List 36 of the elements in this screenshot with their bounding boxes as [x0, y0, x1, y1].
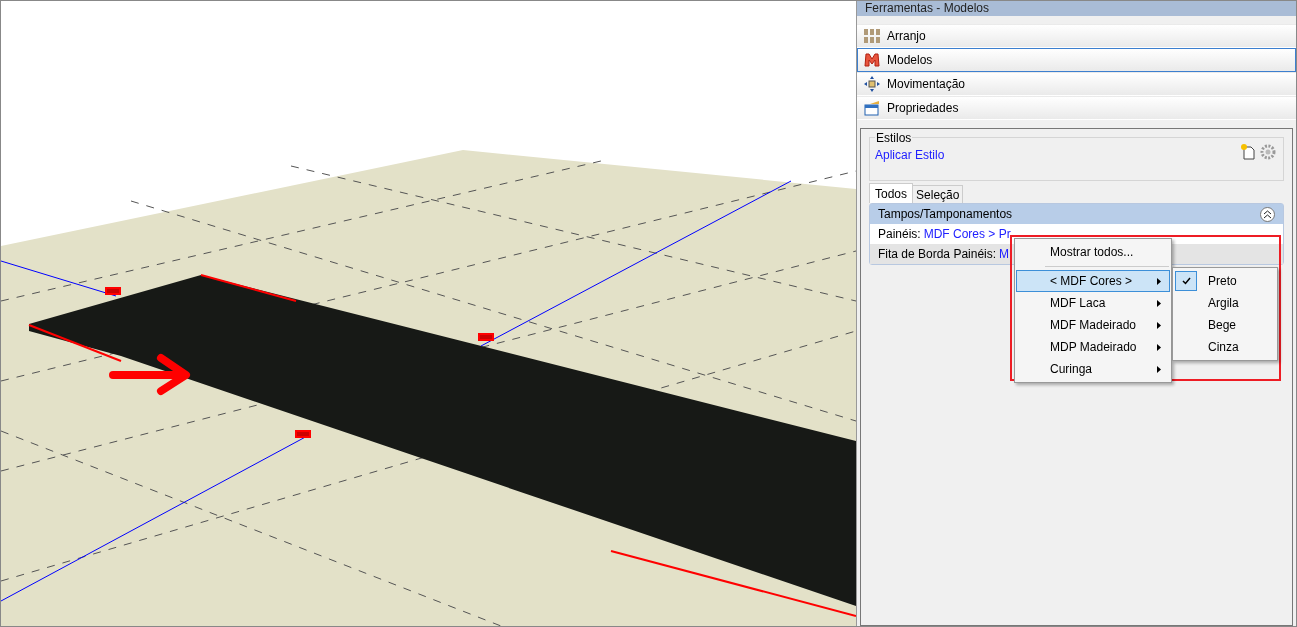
grid-icon: [864, 28, 880, 44]
menu-item[interactable]: Argila: [1173, 292, 1277, 314]
menu-item[interactable]: MDF Laca: [1016, 292, 1170, 314]
properties-icon: [864, 100, 880, 116]
section-title: Tampos/Tamponamentos: [878, 206, 1013, 223]
module-button[interactable]: Modelos: [857, 48, 1296, 72]
property-value[interactable]: MDF Cores > Pr: [923, 225, 1011, 243]
menu-item[interactable]: Curinga: [1016, 358, 1170, 380]
tab[interactable]: Todos: [869, 183, 914, 203]
tab[interactable]: Seleção: [912, 185, 964, 203]
new-document-icon[interactable]: [1240, 144, 1256, 160]
gear-icon[interactable]: [1260, 144, 1276, 160]
module-button[interactable]: Propriedades: [857, 96, 1296, 120]
menu-item[interactable]: Cinza: [1173, 336, 1277, 358]
apply-style-link[interactable]: Aplicar Estilo: [875, 146, 945, 164]
submenu-arrow-icon: [1157, 299, 1161, 307]
collapse-icon[interactable]: [1260, 206, 1275, 222]
submenu-arrow-icon: [1157, 343, 1161, 351]
module-button[interactable]: Arranjo: [857, 24, 1296, 48]
menu-item[interactable]: Mostrar todos...: [1016, 241, 1170, 263]
menu-item[interactable]: MDF Madeirado: [1016, 314, 1170, 336]
property-label: Painéis:: [878, 226, 921, 243]
m-letter-icon: [864, 53, 880, 67]
submenu-arrow-icon: [1157, 321, 1161, 329]
module-button[interactable]: Movimentação: [857, 72, 1296, 96]
menu-item[interactable]: Preto: [1173, 270, 1277, 292]
property-label: Fita de Borda Painéis:: [878, 246, 997, 263]
submenu-arrow-icon: [1157, 277, 1161, 285]
menu-item[interactable]: Bege: [1173, 314, 1277, 336]
menu-item[interactable]: MDP Madeirado: [1016, 336, 1170, 358]
menu-item[interactable]: < MDF Cores >: [1016, 270, 1170, 292]
move-arrows-icon: [864, 76, 880, 92]
submenu-arrow-icon: [1157, 365, 1161, 373]
property-value[interactable]: M: [999, 245, 1010, 263]
panel-title: Ferramentas - Modelos: [857, 1, 1296, 16]
group-legend: Estilos: [875, 132, 913, 144]
